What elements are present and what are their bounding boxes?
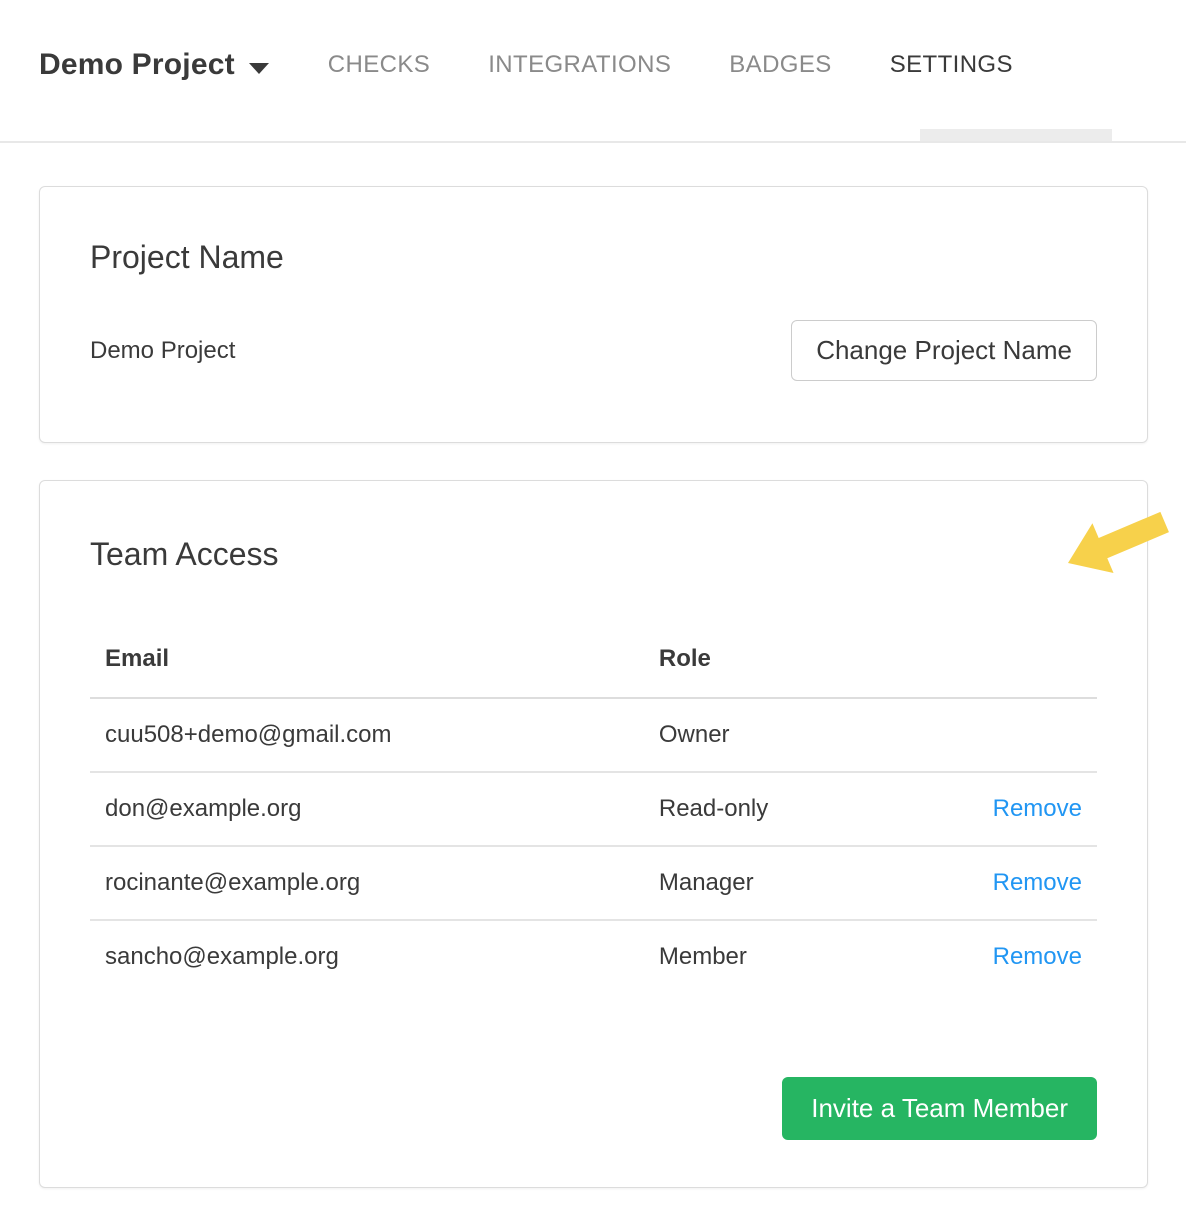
table-header-row: Email Role (90, 625, 1097, 698)
tab-checks[interactable]: CHECKS (328, 51, 430, 79)
column-header-actions (956, 625, 1097, 698)
team-members-table: Email Role cuu508+demo@gmail.com Owner d… (90, 625, 1097, 993)
tab-settings[interactable]: SETTINGS (890, 51, 1013, 79)
project-name-row: Demo Project Change Project Name (90, 320, 1097, 381)
project-name-heading: Project Name (90, 187, 1097, 276)
member-action-cell: Remove (956, 772, 1097, 846)
member-email: sancho@example.org (90, 920, 644, 993)
remove-link[interactable]: Remove (993, 943, 1082, 970)
table-row: rocinante@example.org Manager Remove (90, 846, 1097, 920)
member-role: Member (644, 920, 956, 993)
project-switcher-dropdown[interactable]: Demo Project (39, 48, 269, 82)
member-email: don@example.org (90, 772, 644, 846)
table-row: don@example.org Read-only Remove (90, 772, 1097, 846)
tab-badges[interactable]: BADGES (729, 51, 831, 79)
tab-integrations[interactable]: INTEGRATIONS (488, 51, 671, 79)
member-role: Read-only (644, 772, 956, 846)
invite-row: Invite a Team Member (90, 1077, 1097, 1140)
top-navbar: Demo Project CHECKS INTEGRATIONS BADGES … (0, 0, 1186, 143)
active-tab-indicator (920, 129, 1112, 141)
table-row: cuu508+demo@gmail.com Owner (90, 698, 1097, 772)
project-title: Demo Project (39, 48, 235, 82)
change-project-name-button[interactable]: Change Project Name (791, 320, 1097, 381)
member-action-cell: Remove (956, 846, 1097, 920)
column-header-role: Role (644, 625, 956, 698)
member-action-cell (956, 698, 1097, 772)
member-email: rocinante@example.org (90, 846, 644, 920)
member-email: cuu508+demo@gmail.com (90, 698, 644, 772)
team-access-heading: Team Access (90, 481, 1097, 573)
remove-link[interactable]: Remove (993, 869, 1082, 896)
project-name-card: Project Name Demo Project Change Project… (39, 186, 1148, 443)
invite-team-member-button[interactable]: Invite a Team Member (782, 1077, 1097, 1140)
member-role: Owner (644, 698, 956, 772)
remove-link[interactable]: Remove (993, 795, 1082, 822)
current-project-name: Demo Project (90, 337, 235, 365)
member-action-cell: Remove (956, 920, 1097, 993)
team-access-card: Team Access Email Role cuu508+demo@gmail… (39, 480, 1148, 1188)
column-header-email: Email (90, 625, 644, 698)
nav-tabs: CHECKS INTEGRATIONS BADGES SETTINGS (328, 51, 1013, 79)
table-row: sancho@example.org Member Remove (90, 920, 1097, 993)
member-role: Manager (644, 846, 956, 920)
caret-down-icon (249, 63, 269, 74)
